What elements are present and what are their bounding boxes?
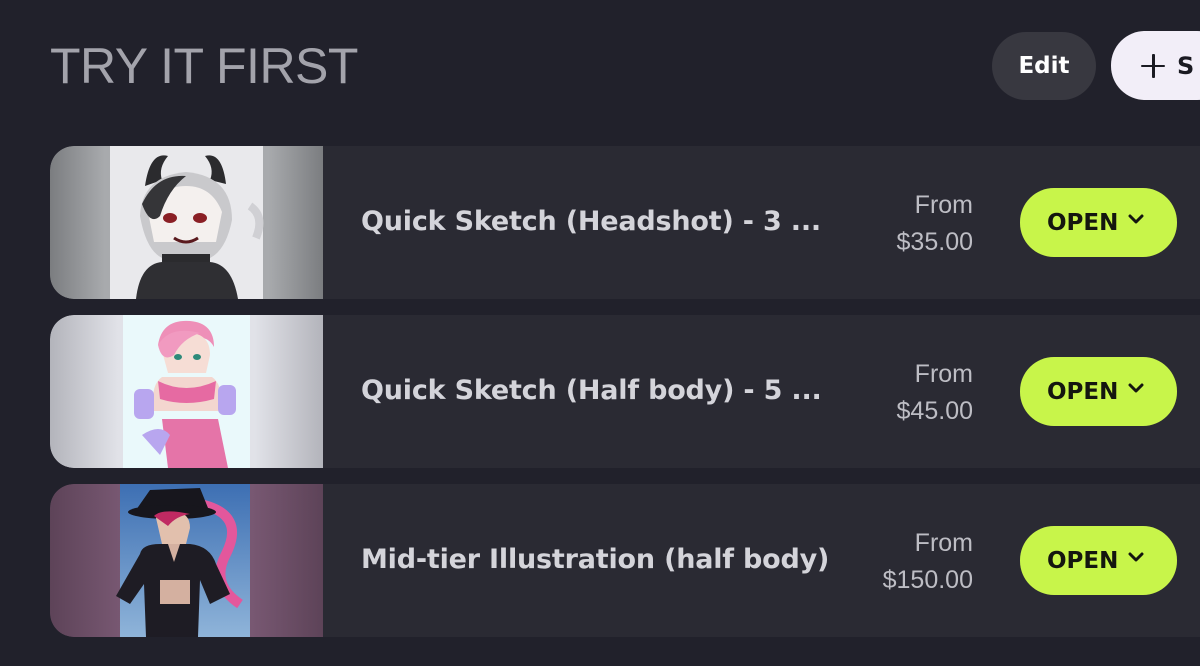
open-button-label: OPEN [1047,547,1119,574]
commission-title: Mid-tier Illustration (half body) [361,544,830,575]
plus-icon [1141,53,1165,78]
price-block: From $45.00 [897,356,973,430]
edit-button-label: Edit [1018,53,1070,79]
price-value: $45.00 [896,397,973,425]
commission-thumbnail [50,315,323,468]
commission-thumbnail [50,146,323,299]
open-button-label: OPEN [1047,209,1119,236]
price-prefix: From [914,191,973,219]
price-value: $150.00 [882,566,973,594]
open-button[interactable]: OPEN [1020,526,1177,595]
edit-button[interactable]: Edit [992,32,1096,100]
chevron-down-icon [1128,552,1144,561]
commission-title: Quick Sketch (Headshot) - 3 ... [361,206,821,237]
chevron-down-icon [1128,383,1144,392]
open-button[interactable]: OPEN [1020,357,1177,426]
price-block: From $150.00 [883,525,973,599]
commission-card[interactable]: Mid-tier Illustration (half body) From $… [50,484,1200,637]
chevron-down-icon [1128,214,1144,223]
price-prefix: From [914,360,973,388]
price-prefix: From [914,529,973,557]
commission-card[interactable]: Quick Sketch (Headshot) - 3 ... From $35… [50,146,1200,299]
open-button-label: OPEN [1047,378,1119,405]
commission-card[interactable]: Quick Sketch (Half body) - 5 ... From $4… [50,315,1200,468]
commission-thumbnail [50,484,323,637]
open-button[interactable]: OPEN [1020,188,1177,257]
section-title: TRY IT FIRST [50,38,358,94]
price-value: $35.00 [896,228,973,256]
add-button[interactable]: S [1111,31,1200,100]
price-block: From $35.00 [897,187,973,261]
add-button-label: S [1177,51,1195,80]
commission-title: Quick Sketch (Half body) - 5 ... [361,375,822,406]
